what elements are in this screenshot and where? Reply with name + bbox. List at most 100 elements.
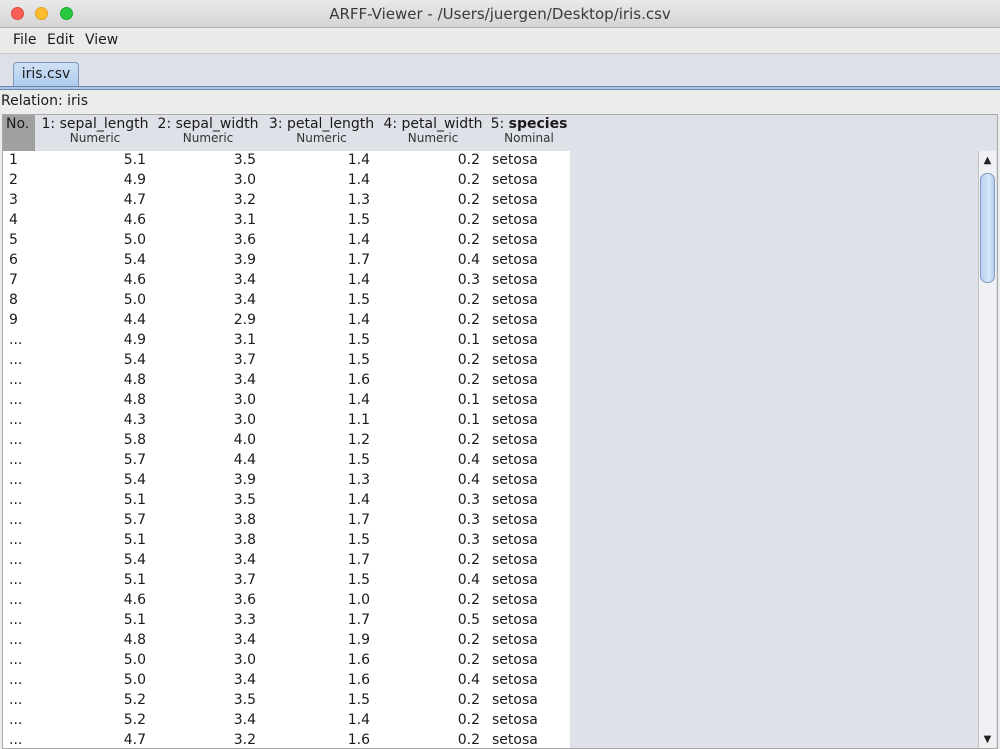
cell-sepal-length[interactable]: 5.4	[43, 352, 146, 368]
cell-sepal-width[interactable]: 3.9	[153, 472, 256, 488]
tab-iris-csv[interactable]: iris.csv	[13, 62, 79, 86]
cell-species[interactable]: setosa	[492, 432, 538, 448]
cell-sepal-width[interactable]: 3.6	[153, 232, 256, 248]
menu-file[interactable]: File	[13, 32, 36, 48]
table-row[interactable]: ... 4.7 3.2 1.6 0.2 setosa	[3, 731, 570, 748]
cell-sepal-width[interactable]: 3.6	[153, 592, 256, 608]
cell-petal-width[interactable]: 0.2	[378, 592, 480, 608]
cell-petal-length[interactable]: 1.5	[267, 692, 370, 708]
cell-sepal-length[interactable]: 5.0	[43, 292, 146, 308]
cell-species[interactable]: setosa	[492, 152, 538, 168]
cell-no[interactable]: ...	[9, 352, 22, 368]
table-row[interactable]: ... 4.9 3.1 1.5 0.1 setosa	[3, 331, 570, 351]
header-petal-width[interactable]: 4: petal_width Numeric	[378, 115, 488, 151]
cell-sepal-length[interactable]: 5.8	[43, 432, 146, 448]
table-row[interactable]: ... 5.0 3.0 1.6 0.2 setosa	[3, 651, 570, 671]
cell-petal-width[interactable]: 0.1	[378, 392, 480, 408]
cell-petal-width[interactable]: 0.3	[378, 492, 480, 508]
cell-petal-length[interactable]: 1.6	[267, 652, 370, 668]
cell-sepal-length[interactable]: 5.4	[43, 472, 146, 488]
cell-sepal-length[interactable]: 4.7	[43, 732, 146, 748]
table-row[interactable]: ... 5.2 3.4 1.4 0.2 setosa	[3, 711, 570, 731]
cell-sepal-length[interactable]: 5.1	[43, 492, 146, 508]
cell-sepal-length[interactable]: 5.1	[43, 532, 146, 548]
header-no[interactable]: No.	[3, 115, 35, 151]
cell-petal-width[interactable]: 0.2	[378, 692, 480, 708]
cell-species[interactable]: setosa	[492, 732, 538, 748]
cell-petal-length[interactable]: 1.6	[267, 372, 370, 388]
cell-sepal-width[interactable]: 3.4	[153, 632, 256, 648]
cell-petal-length[interactable]: 1.5	[267, 212, 370, 228]
vertical-scrollbar[interactable]: ▲ ▼	[978, 151, 996, 748]
cell-species[interactable]: setosa	[492, 652, 538, 668]
table-row[interactable]: 6 5.4 3.9 1.7 0.4 setosa	[3, 251, 570, 271]
cell-petal-width[interactable]: 0.4	[378, 452, 480, 468]
cell-petal-width[interactable]: 0.2	[378, 172, 480, 188]
cell-petal-width[interactable]: 0.2	[378, 352, 480, 368]
cell-petal-width[interactable]: 0.4	[378, 472, 480, 488]
cell-sepal-width[interactable]: 4.4	[153, 452, 256, 468]
cell-species[interactable]: setosa	[492, 392, 538, 408]
cell-petal-length[interactable]: 1.7	[267, 552, 370, 568]
cell-species[interactable]: setosa	[492, 592, 538, 608]
cell-sepal-width[interactable]: 2.9	[153, 312, 256, 328]
table-row[interactable]: ... 5.7 4.4 1.5 0.4 setosa	[3, 451, 570, 471]
cell-sepal-length[interactable]: 5.1	[43, 572, 146, 588]
cell-no[interactable]: ...	[9, 472, 22, 488]
cell-petal-length[interactable]: 1.5	[267, 532, 370, 548]
table-row[interactable]: ... 5.1 3.3 1.7 0.5 setosa	[3, 611, 570, 631]
cell-petal-width[interactable]: 0.2	[378, 632, 480, 648]
cell-petal-length[interactable]: 1.4	[267, 492, 370, 508]
cell-sepal-width[interactable]: 3.2	[153, 192, 256, 208]
cell-sepal-width[interactable]: 3.4	[153, 672, 256, 688]
cell-sepal-width[interactable]: 3.0	[153, 412, 256, 428]
cell-petal-width[interactable]: 0.2	[378, 432, 480, 448]
cell-sepal-width[interactable]: 3.4	[153, 272, 256, 288]
cell-no[interactable]: ...	[9, 612, 22, 628]
cell-no[interactable]: 9	[9, 312, 18, 328]
table-row[interactable]: ... 5.4 3.9 1.3 0.4 setosa	[3, 471, 570, 491]
table-row[interactable]: ... 5.1 3.7 1.5 0.4 setosa	[3, 571, 570, 591]
table-row[interactable]: ... 5.1 3.8 1.5 0.3 setosa	[3, 531, 570, 551]
cell-petal-length[interactable]: 1.4	[267, 312, 370, 328]
cell-species[interactable]: setosa	[492, 512, 538, 528]
cell-sepal-width[interactable]: 3.8	[153, 532, 256, 548]
cell-species[interactable]: setosa	[492, 552, 538, 568]
table-row[interactable]: 4 4.6 3.1 1.5 0.2 setosa	[3, 211, 570, 231]
cell-species[interactable]: setosa	[492, 672, 538, 688]
cell-species[interactable]: setosa	[492, 172, 538, 188]
cell-species[interactable]: setosa	[492, 232, 538, 248]
cell-species[interactable]: setosa	[492, 632, 538, 648]
cell-petal-width[interactable]: 0.2	[378, 732, 480, 748]
table-row[interactable]: 5 5.0 3.6 1.4 0.2 setosa	[3, 231, 570, 251]
cell-sepal-length[interactable]: 4.6	[43, 272, 146, 288]
cell-sepal-width[interactable]: 4.0	[153, 432, 256, 448]
cell-petal-width[interactable]: 0.3	[378, 272, 480, 288]
cell-petal-width[interactable]: 0.1	[378, 332, 480, 348]
cell-species[interactable]: setosa	[492, 692, 538, 708]
cell-petal-width[interactable]: 0.2	[378, 232, 480, 248]
cell-sepal-length[interactable]: 5.2	[43, 692, 146, 708]
cell-no[interactable]: ...	[9, 552, 22, 568]
cell-petal-length[interactable]: 1.5	[267, 292, 370, 308]
cell-sepal-length[interactable]: 4.4	[43, 312, 146, 328]
cell-petal-length[interactable]: 1.7	[267, 612, 370, 628]
table-row[interactable]: ... 5.4 3.4 1.7 0.2 setosa	[3, 551, 570, 571]
cell-sepal-length[interactable]: 4.8	[43, 372, 146, 388]
cell-species[interactable]: setosa	[492, 372, 538, 388]
cell-petal-width[interactable]: 0.3	[378, 532, 480, 548]
cell-sepal-width[interactable]: 3.4	[153, 292, 256, 308]
cell-petal-width[interactable]: 0.4	[378, 252, 480, 268]
cell-petal-length[interactable]: 1.1	[267, 412, 370, 428]
cell-petal-width[interactable]: 0.3	[378, 512, 480, 528]
table-row[interactable]: ... 4.8 3.4 1.6 0.2 setosa	[3, 371, 570, 391]
cell-species[interactable]: setosa	[492, 712, 538, 728]
header-species[interactable]: 5: species Nominal	[488, 115, 570, 151]
cell-petal-length[interactable]: 1.3	[267, 192, 370, 208]
table-row[interactable]: 3 4.7 3.2 1.3 0.2 setosa	[3, 191, 570, 211]
table-row[interactable]: 2 4.9 3.0 1.4 0.2 setosa	[3, 171, 570, 191]
cell-sepal-length[interactable]: 4.8	[43, 392, 146, 408]
table-row[interactable]: 7 4.6 3.4 1.4 0.3 setosa	[3, 271, 570, 291]
cell-sepal-length[interactable]: 5.2	[43, 712, 146, 728]
table-row[interactable]: ... 5.4 3.7 1.5 0.2 setosa	[3, 351, 570, 371]
